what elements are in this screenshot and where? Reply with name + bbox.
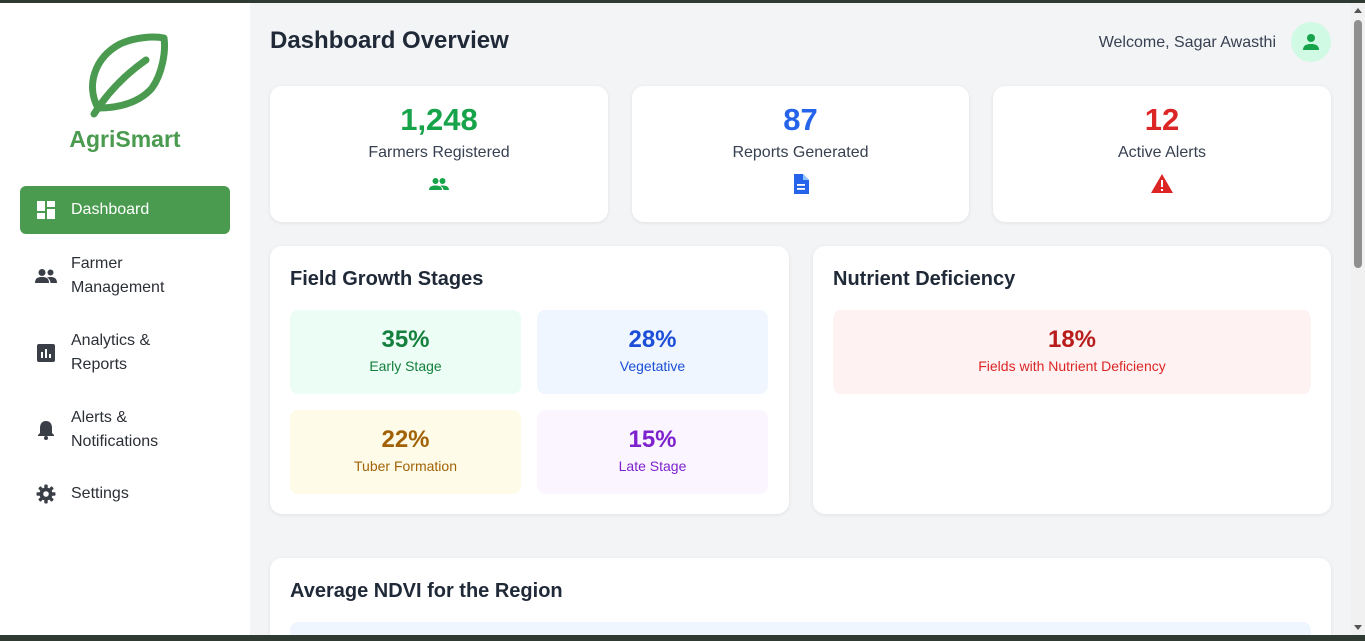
sidebar-item-settings[interactable]: Settings <box>20 482 230 506</box>
brand-name: AgriSmart <box>69 126 181 152</box>
stat-label: Reports Generated <box>732 144 869 161</box>
growth-stages-panel: Field Growth Stages 35% Early Stage 28% … <box>270 246 789 514</box>
stage-label: Vegetative <box>619 358 686 374</box>
stage-label: Early Stage <box>369 358 442 374</box>
stage-tile-early: 35% Early Stage <box>290 310 521 394</box>
ndvi-panel: Average NDVI for the Region <box>270 558 1331 641</box>
sidebar: AgriSmart Dashboard Farmer Management An… <box>0 3 250 635</box>
sidebar-item-dashboard[interactable]: Dashboard <box>20 186 230 234</box>
sidebar-item-label: Farmer Management <box>71 255 165 296</box>
window-bottom-border <box>0 635 1365 641</box>
nutrient-value: 18% <box>1047 326 1097 353</box>
stage-label: Late Stage <box>618 458 687 474</box>
sidebar-item-label: Dashboard <box>71 201 150 218</box>
stage-label: Tuber Formation <box>354 458 457 474</box>
document-icon <box>789 172 813 196</box>
people-icon <box>35 265 57 287</box>
stage-value: 15% <box>628 426 677 453</box>
warning-icon <box>1150 172 1174 196</box>
stat-value: 87 <box>783 102 818 137</box>
stage-tile-tuber: 22% Tuber Formation <box>290 410 521 494</box>
people-icon <box>427 172 451 196</box>
stat-card-alerts: 12 Active Alerts <box>993 86 1331 222</box>
page-scrollbar[interactable] <box>1351 3 1365 635</box>
stat-label: Active Alerts <box>1117 144 1207 161</box>
welcome-text: Welcome, Sagar Awasthi <box>1098 34 1276 51</box>
sidebar-item-alerts-notifications[interactable]: Alerts & Notifications <box>20 406 230 454</box>
stat-card-farmers: 1,248 Farmers Registered <box>270 86 608 222</box>
stat-value: 12 <box>1144 102 1180 137</box>
analytics-icon <box>35 342 57 364</box>
panel-title: Average NDVI for the Region <box>290 580 563 602</box>
stat-card-reports: 87 Reports Generated <box>632 86 969 222</box>
sidebar-item-label: Analytics & Reports <box>71 332 151 373</box>
gear-icon <box>35 483 57 505</box>
avatar[interactable] <box>1291 22 1331 62</box>
stage-value: 28% <box>628 326 677 353</box>
stat-value: 1,248 <box>400 102 478 137</box>
nutrient-tile: 18% Fields with Nutrient Deficiency <box>833 310 1311 394</box>
sidebar-item-analytics-reports[interactable]: Analytics & Reports <box>20 329 230 377</box>
stage-tile-late: 15% Late Stage <box>537 410 768 494</box>
user-icon <box>1303 34 1319 50</box>
scroll-thumb[interactable] <box>1354 20 1362 268</box>
nutrient-deficiency-panel: Nutrient Deficiency 18% Fields with Nutr… <box>813 246 1331 514</box>
stage-value: 22% <box>381 426 430 453</box>
bell-icon <box>35 419 57 441</box>
panel-title: Field Growth Stages <box>290 268 484 290</box>
sidebar-item-farmer-management[interactable]: Farmer Management <box>20 252 230 300</box>
page-title: Dashboard Overview <box>270 27 509 54</box>
stage-value: 35% <box>381 326 430 353</box>
nutrient-label: Fields with Nutrient Deficiency <box>978 358 1166 374</box>
sidebar-item-label: Alerts & Notifications <box>71 409 159 450</box>
leaf-icon <box>89 33 168 118</box>
dashboard-icon <box>35 199 57 221</box>
stat-label: Farmers Registered <box>368 144 510 161</box>
scroll-down-arrow[interactable] <box>1354 625 1362 630</box>
main-content: Dashboard Overview Welcome, Sagar Awasth… <box>250 3 1351 641</box>
panel-title: Nutrient Deficiency <box>833 268 1016 290</box>
scroll-up-arrow[interactable] <box>1354 8 1362 13</box>
stage-tile-vegetative: 28% Vegetative <box>537 310 768 394</box>
sidebar-item-label: Settings <box>71 485 129 502</box>
